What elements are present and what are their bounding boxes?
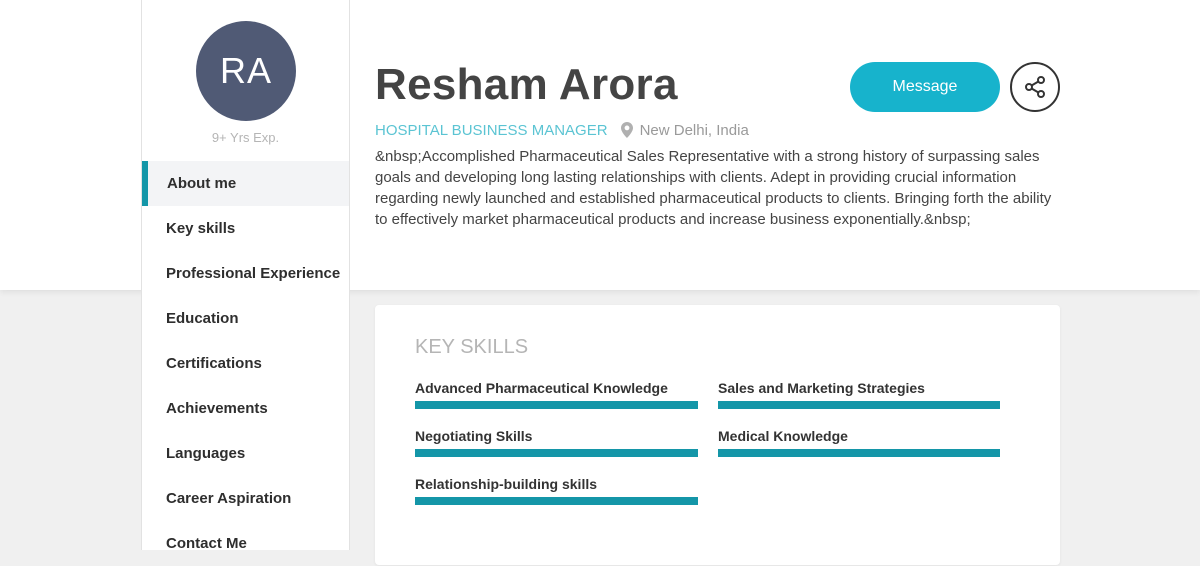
skill-item: Medical Knowledge: [718, 427, 1000, 457]
skill-item: Sales and Marketing Strategies: [718, 379, 1000, 409]
skill-item: Negotiating Skills: [415, 427, 698, 457]
sidebar-item-professional-experience[interactable]: Professional Experience: [142, 251, 349, 296]
sidebar-item-certifications[interactable]: Certifications: [142, 341, 349, 386]
share-button[interactable]: [1010, 62, 1060, 112]
share-icon: [1025, 76, 1045, 98]
role-row: HOSPITAL BUSINESS MANAGER New Delhi, Ind…: [375, 120, 749, 140]
location-pin-icon: [620, 122, 633, 138]
skill-item: Relationship-building skills: [415, 475, 698, 505]
skill-bar: [415, 449, 698, 457]
skill-item: Advanced Pharmaceutical Knowledge: [415, 379, 698, 409]
skill-label: Relationship-building skills: [415, 476, 598, 492]
avatar: RA: [196, 21, 296, 121]
sidebar-item-achievements[interactable]: Achievements: [142, 386, 349, 431]
experience-label: 9+ Yrs Exp.: [211, 130, 280, 145]
skill-bar: [415, 401, 698, 409]
sidebar-item-key-skills[interactable]: Key skills: [142, 206, 349, 251]
message-button[interactable]: Message: [850, 62, 1000, 112]
job-title: HOSPITAL BUSINESS MANAGER: [375, 121, 608, 139]
sidebar-item-languages[interactable]: Languages: [142, 431, 349, 476]
location-text: New Delhi, India: [639, 121, 749, 139]
skill-label: Medical Knowledge: [718, 428, 848, 444]
profile-bio: &nbsp;Accomplished Pharmaceutical Sales …: [375, 148, 1052, 228]
sidebar-item-contact-me[interactable]: Contact Me: [142, 521, 349, 566]
sidebar-item-career-aspiration[interactable]: Career Aspiration: [142, 476, 349, 521]
profile-name: Resham Arora: [375, 60, 678, 109]
skill-label: Sales and Marketing Strategies: [718, 380, 925, 396]
sidebar-item-about-me[interactable]: About me: [142, 161, 349, 206]
key-skills-card: KEY SKILLS Advanced Pharmaceutical Knowl…: [375, 305, 1060, 565]
skill-bar: [415, 497, 698, 505]
skill-bar: [718, 401, 1000, 409]
sidebar: RA 9+ Yrs Exp. About me Key skills Profe…: [141, 0, 350, 552]
sidebar-item-education[interactable]: Education: [142, 296, 349, 341]
sidebar-nav: About me Key skills Professional Experie…: [142, 161, 349, 566]
skill-label: Advanced Pharmaceutical Knowledge: [415, 380, 668, 396]
skill-label: Negotiating Skills: [415, 428, 533, 444]
key-skills-title: KEY SKILLS: [415, 336, 529, 358]
skill-bar: [718, 449, 1000, 457]
